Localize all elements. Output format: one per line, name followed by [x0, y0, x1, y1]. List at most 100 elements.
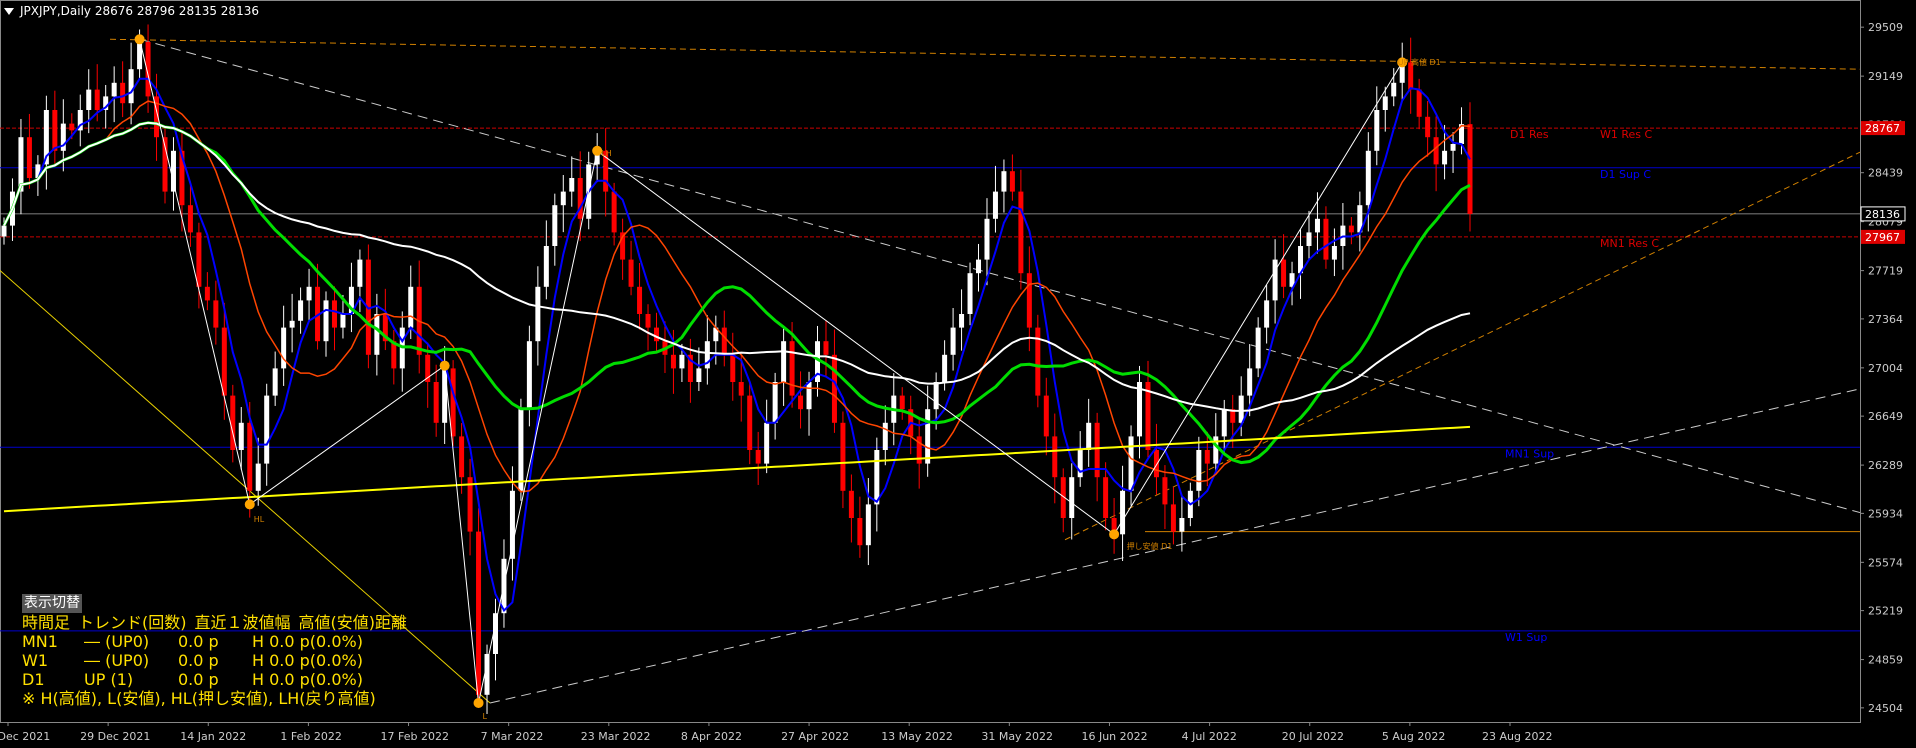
candle-body [721, 327, 727, 355]
candle-body [925, 409, 931, 464]
candle-body [340, 314, 346, 328]
candle-body [213, 300, 219, 328]
swing-point [473, 697, 484, 708]
x-tick-label: 4 Jul 2022 [1182, 730, 1237, 743]
y-tick-label: 24504 [1868, 702, 1903, 715]
panel-row: W1 ― (UP0) 0.0 p H 0.0 p(0.0%) [22, 651, 407, 670]
trend-line [489, 388, 1861, 704]
symbol-label: JPXJPY,Daily 28676 28796 28135 28136 [20, 4, 259, 18]
candle-body [298, 300, 304, 321]
level-label: D1 Res [1510, 128, 1549, 141]
panel-cell: H 0.0 p(0.0%) [252, 632, 363, 651]
toggle-display-button[interactable]: 表示切替 [22, 594, 82, 613]
candle-body [1314, 218, 1320, 233]
candle-body [942, 354, 948, 382]
candle-body [221, 327, 227, 396]
candle-body [670, 354, 676, 369]
candle-body [1425, 116, 1431, 138]
candle-body [26, 137, 32, 178]
candle-body [1264, 300, 1270, 328]
x-tick-label: 13 May 2022 [881, 730, 953, 743]
candle-body [772, 382, 778, 423]
candle-body [1331, 246, 1337, 260]
candle-body [831, 354, 837, 423]
candle-body [577, 178, 583, 219]
swing-point [134, 34, 145, 45]
candle-body [569, 178, 575, 192]
candle-body [187, 205, 193, 233]
candle-body [806, 382, 812, 410]
x-tick-label: 16 Jun 2022 [1081, 730, 1147, 743]
x-tick-label: 23 Aug 2022 [1482, 730, 1552, 743]
level-label: MN1 Res C [1600, 237, 1659, 250]
candle-body [679, 354, 685, 369]
level-label: MN1 Sup [1505, 447, 1554, 460]
candle-body [476, 531, 482, 695]
level-label: W1 Sup [1505, 631, 1547, 644]
candle-body [1018, 191, 1024, 274]
x-tick-label: 5 Aug 2022 [1382, 730, 1445, 743]
panel-cell: ― (UP0) [84, 632, 150, 651]
candle-body [1009, 171, 1015, 192]
swing-label: HL [254, 515, 265, 524]
chart-header: JPXJPY,Daily 28676 28796 28135 28136 [4, 4, 259, 18]
x-tick-label: 17 Feb 2022 [381, 730, 449, 743]
candle-body [289, 320, 295, 328]
candle-body [459, 436, 465, 478]
candle-body [798, 395, 804, 410]
panel-row: MN1 ― (UP0) 0.0 p H 0.0 p(0.0%) [22, 632, 407, 651]
swing-label: LH [601, 149, 611, 158]
candle-body [1204, 450, 1210, 464]
candle-body [1382, 96, 1388, 110]
price-tag-label: 27967 [1865, 231, 1900, 244]
candle-body [238, 422, 244, 450]
candle-body [874, 450, 880, 505]
ma-yellow-line [3, 425, 1471, 513]
panel-header-trend: トレンド(回数) [78, 613, 187, 632]
candle-body [170, 150, 176, 192]
candle-body [1467, 124, 1473, 214]
dropdown-triangle-icon[interactable] [4, 7, 14, 15]
trend-line [139, 38, 1861, 514]
panel-cell: 0.0 p [178, 632, 219, 651]
panel-cell: W1 [22, 651, 48, 670]
candle-body [1365, 150, 1371, 206]
y-tick-label: 29509 [1868, 21, 1903, 34]
swing-label: UP 高値 D1 [1398, 57, 1441, 67]
y-tick-label: 29149 [1868, 70, 1903, 83]
panel-header-wave: 直近１波値幅 [194, 613, 291, 632]
panel-cell: H 0.0 p(0.0%) [252, 651, 363, 670]
candle-body [433, 382, 439, 423]
candle-body [1162, 477, 1168, 505]
candle-body [552, 205, 558, 246]
x-tick-label: 23 Mar 2022 [581, 730, 651, 743]
candle-body [86, 89, 92, 110]
x-tick-label: 1 Feb 2022 [280, 730, 341, 743]
x-tick-label: 7 Mar 2022 [481, 730, 544, 743]
candle-body [1001, 171, 1007, 192]
candle-body [1128, 436, 1134, 491]
candle-body [543, 246, 549, 287]
candle-body [628, 259, 634, 287]
candle-body [1043, 395, 1049, 437]
candle-body [52, 110, 58, 151]
candle-body [408, 286, 414, 328]
candle-body [1120, 490, 1126, 535]
candle-body [857, 518, 863, 546]
level-label: W1 Res C [1600, 128, 1653, 141]
panel-cell: D1 [22, 670, 45, 689]
panel-row: D1 UP (1) 0.0 p H 0.0 p(0.0%) [22, 670, 407, 689]
candle-body [865, 504, 871, 546]
panel-cell: 0.0 p [178, 670, 219, 689]
candle-body [611, 191, 617, 233]
trend-panel: 表示切替 時間足 トレンド(回数) 直近１波値幅 高値(安値)距離 MN1 ― … [22, 592, 407, 708]
x-tick-label: 20 Dec 2021 [0, 730, 50, 743]
candle-body [755, 450, 761, 464]
panel-cell: ― (UP0) [84, 651, 150, 670]
x-tick-label: 31 May 2022 [981, 730, 1053, 743]
candle-body [1433, 137, 1439, 165]
y-tick-label: 25574 [1868, 556, 1903, 569]
y-tick-label: 27004 [1868, 362, 1903, 375]
candle-body [730, 354, 736, 382]
x-tick-label: 29 Dec 2021 [80, 730, 150, 743]
